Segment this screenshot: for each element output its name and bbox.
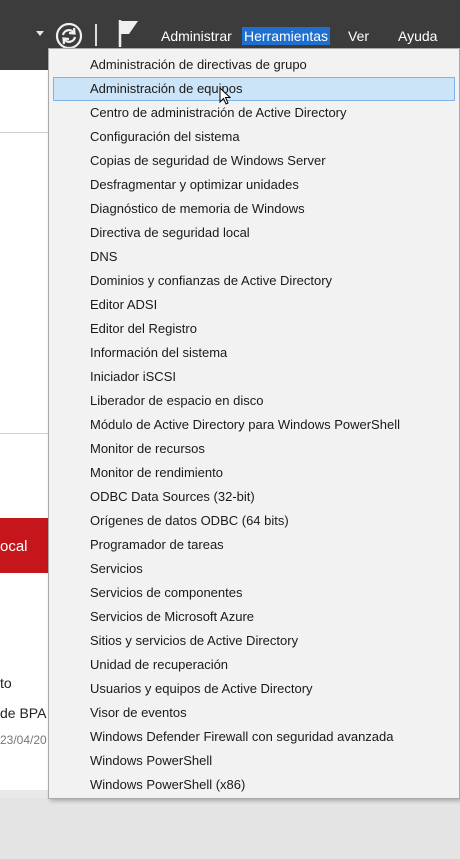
divider: [0, 433, 52, 434]
window-bottom: [0, 798, 460, 859]
menu-item[interactable]: Servicios de Microsoft Azure: [53, 605, 455, 629]
menu-item[interactable]: Editor ADSI: [53, 293, 455, 317]
menu-item[interactable]: Visor de eventos: [53, 701, 455, 725]
menu-item[interactable]: Diagnóstico de memoria de Windows: [53, 197, 455, 221]
menu-item[interactable]: Información del sistema: [53, 341, 455, 365]
refresh-icon[interactable]: [55, 22, 83, 50]
background-date: 23/04/20: [0, 733, 47, 747]
menu-item[interactable]: Directiva de seguridad local: [53, 221, 455, 245]
menu-item[interactable]: Liberador de espacio en disco: [53, 389, 455, 413]
menu-item[interactable]: Editor del Registro: [53, 317, 455, 341]
menu-item[interactable]: Módulo de Active Directory para Windows …: [53, 413, 455, 437]
menu-item[interactable]: Configuración del sistema: [53, 125, 455, 149]
menu-item[interactable]: Dominios y confianzas de Active Director…: [53, 269, 455, 293]
menu-item[interactable]: Monitor de rendimiento: [53, 461, 455, 485]
menu-item[interactable]: Windows PowerShell (x86): [53, 773, 455, 797]
tools-menu: Administración de directivas de grupo Adm…: [48, 48, 460, 799]
menu-item[interactable]: Centro de administración de Active Direc…: [53, 101, 455, 125]
menu-item[interactable]: Unidad de recuperación: [53, 653, 455, 677]
menu-item[interactable]: Sitios y servicios de Active Directory: [53, 629, 455, 653]
menu-item[interactable]: Windows Defender Firewall con seguridad …: [53, 725, 455, 749]
menu-item[interactable]: Windows PowerShell: [53, 749, 455, 773]
menu-ver[interactable]: Ver: [346, 27, 371, 45]
menu-item[interactable]: Orígenes de datos ODBC (64 bits): [53, 509, 455, 533]
background-text: to: [0, 675, 12, 691]
menu-item[interactable]: Servicios de componentes: [53, 581, 455, 605]
chevron-down-icon[interactable]: [36, 31, 44, 36]
flag-icon[interactable]: [117, 18, 141, 48]
toolbar-divider: [95, 24, 97, 46]
tile-label: ocal: [0, 538, 28, 555]
local-server-tile[interactable]: ocal: [0, 518, 48, 573]
menu-item[interactable]: DNS: [53, 245, 455, 269]
menu-item[interactable]: Copias de seguridad de Windows Server: [53, 149, 455, 173]
background-window: ocal to de BPA 23/04/20: [0, 70, 52, 790]
divider: [0, 132, 52, 133]
menu-item[interactable]: Servicios: [53, 557, 455, 581]
mouse-pointer-icon: [219, 87, 231, 105]
menu-item[interactable]: Administración de equipos: [53, 77, 455, 101]
menu-ayuda[interactable]: Ayuda: [396, 27, 439, 45]
menu-item[interactable]: ODBC Data Sources (32-bit): [53, 485, 455, 509]
menu-item[interactable]: Iniciador iSCSI: [53, 365, 455, 389]
menu-item[interactable]: Monitor de recursos: [53, 437, 455, 461]
menu-herramientas[interactable]: Herramientas: [242, 27, 331, 45]
menu-administrar[interactable]: Administrar: [159, 27, 234, 45]
tools-menu-list: Administración de directivas de grupo Adm…: [53, 53, 455, 797]
menu-item[interactable]: Usuarios y equipos de Active Directory: [53, 677, 455, 701]
menu-item[interactable]: Desfragmentar y optimizar unidades: [53, 173, 455, 197]
background-text: de BPA: [0, 705, 47, 721]
menu-item[interactable]: Administración de directivas de grupo: [53, 53, 455, 77]
menu-item[interactable]: Programador de tareas: [53, 533, 455, 557]
